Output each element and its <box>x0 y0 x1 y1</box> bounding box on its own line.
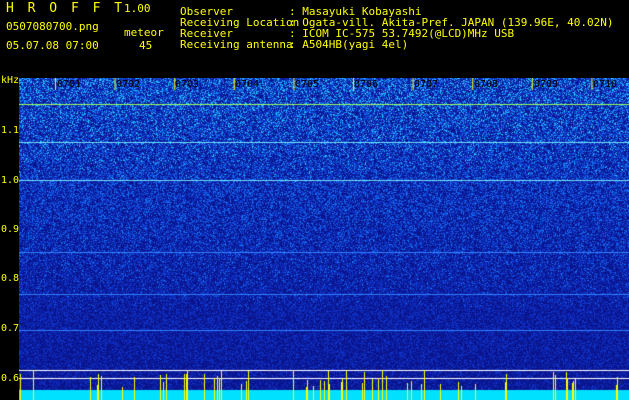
time-marker: 0704 <box>235 79 260 90</box>
filename: 0507080700.png <box>6 20 99 33</box>
antenna-label: Receiving antenna <box>180 38 293 51</box>
time-marker: 0705 <box>295 79 320 90</box>
spectrogram-canvas <box>19 78 629 400</box>
axis-tick-label: 0.9 <box>1 224 20 235</box>
axis-tick-label: 1.0 <box>1 175 20 186</box>
meteor-count-value: 45 <box>139 39 153 52</box>
axis-unit-label: kHz <box>1 75 20 86</box>
meteor-count-label: meteor <box>124 26 164 39</box>
axis-tick-label: 0.7 <box>1 323 20 334</box>
axis-tick-label: 0.6 <box>1 373 20 384</box>
time-marker: 0708 <box>474 79 499 90</box>
time-marker: 0709 <box>534 79 559 90</box>
axis-tick-label: 1.1 <box>1 125 20 136</box>
app-title: H R O F F T <box>6 1 126 16</box>
axis-tick-label: 0.8 <box>1 273 20 284</box>
time-marker: 0706 <box>354 79 379 90</box>
time-marker: 0703 <box>175 79 200 90</box>
app-version: 1.00 <box>124 2 151 15</box>
time-marker: 0702 <box>116 79 141 90</box>
antenna-value: : A504HB(yagi 4el) <box>289 38 409 51</box>
time-marker: 0710 <box>593 79 618 90</box>
datetime: 05.07.08 07:00 <box>6 39 99 52</box>
time-marker: 0701 <box>57 79 82 90</box>
time-marker: 0707 <box>414 79 439 90</box>
